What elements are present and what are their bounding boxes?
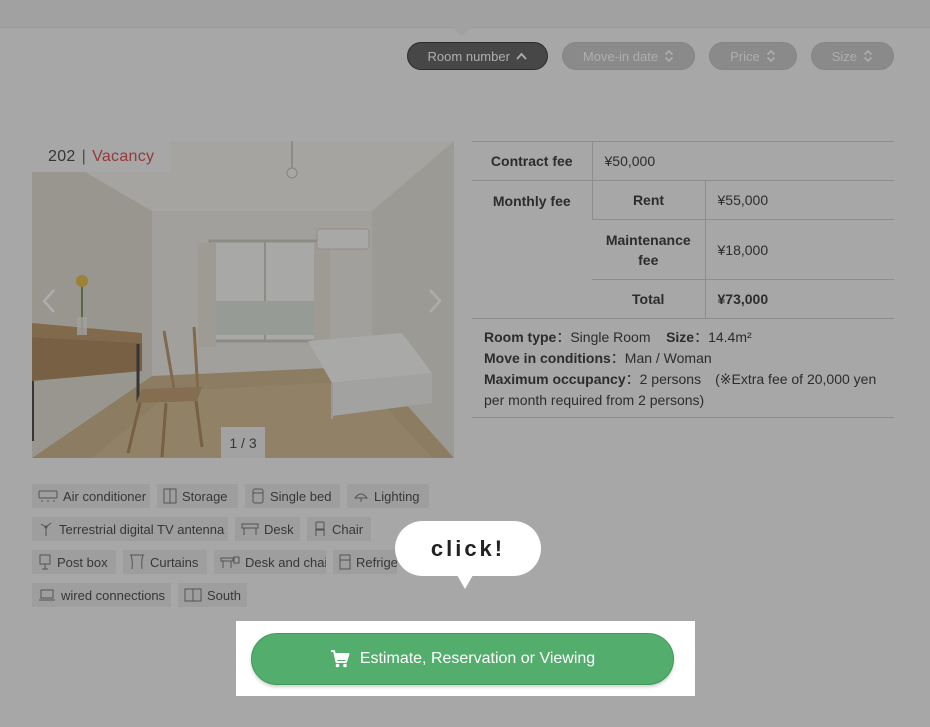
- click-hint-tail: [457, 575, 473, 589]
- tutorial-overlay: [0, 0, 930, 727]
- estimate-reservation-viewing-button[interactable]: Estimate, Reservation or Viewing: [251, 633, 674, 685]
- cta-label: Estimate, Reservation or Viewing: [359, 650, 596, 667]
- click-hint-bubble: click!: [395, 521, 541, 576]
- cart-icon: [330, 650, 350, 668]
